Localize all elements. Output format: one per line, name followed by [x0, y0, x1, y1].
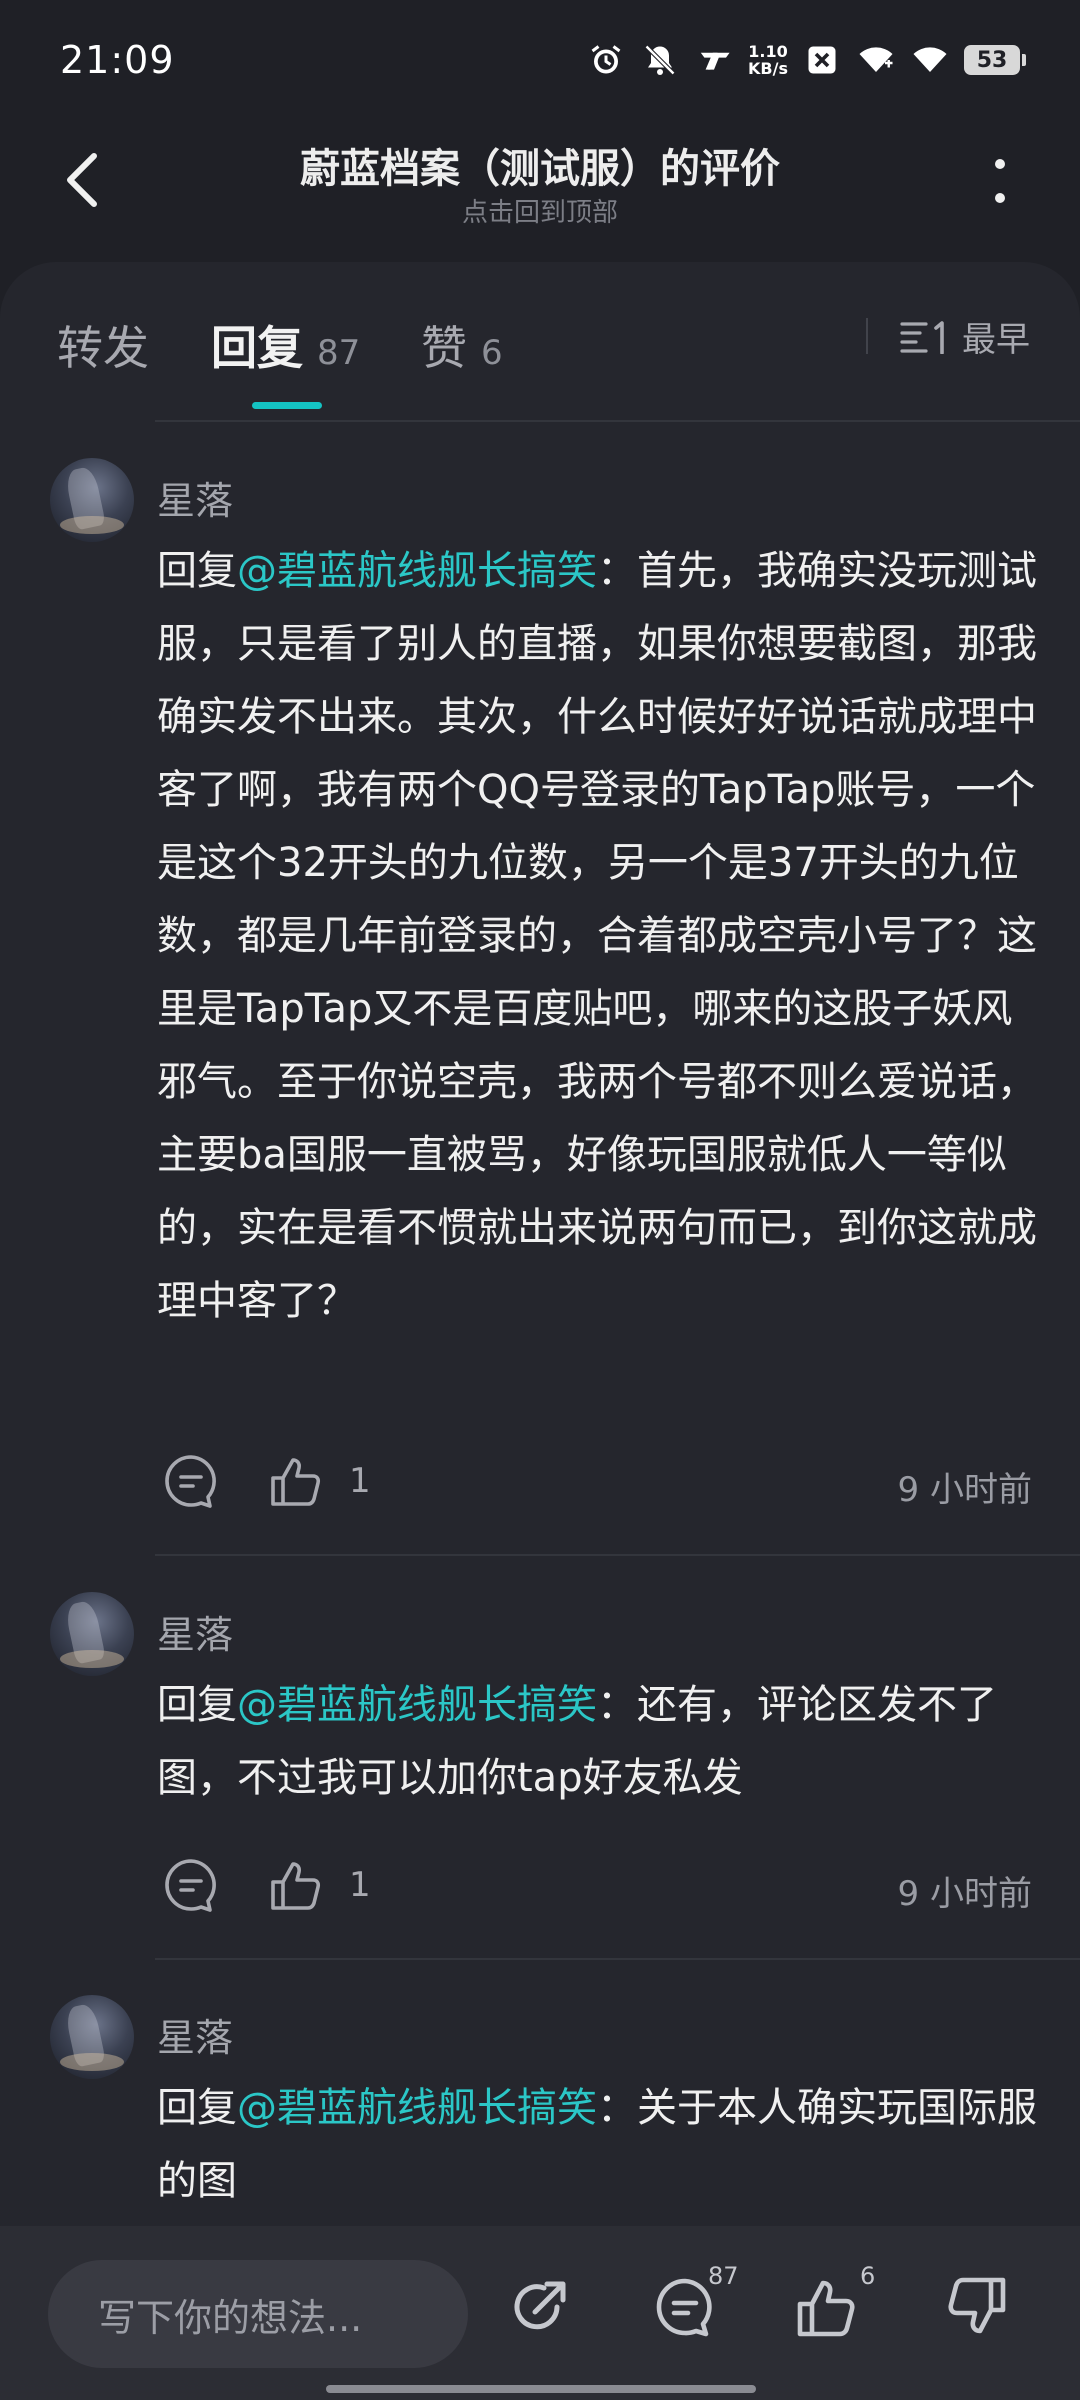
reply-prefix: 回复: [157, 548, 237, 594]
mention-link[interactable]: @碧蓝航线舰长搞笑: [237, 548, 597, 594]
tab-likes[interactable]: 赞 6: [421, 312, 503, 378]
thumbs-up-icon: [797, 2280, 855, 2337]
comment-time: 9 小时前: [897, 1874, 1032, 1914]
status-bar: 21:09 1.10 KB/s 53: [0, 0, 1080, 120]
thumbs-up-icon: [271, 1458, 321, 1506]
comment-content: ：首先，我确实没玩测试服，只是看了别人的直播，如果你想要截图，那我确实发不出来。…: [157, 548, 1037, 1324]
sort-button[interactable]: 最早: [900, 312, 1030, 361]
reply-button[interactable]: [162, 1856, 220, 1914]
tab-label: 转发: [57, 321, 149, 375]
net-speed: 1.10 KB/s: [748, 43, 788, 77]
tab-count: 6: [481, 333, 503, 373]
comment-actions: 1 9 小时前: [157, 1452, 1037, 1516]
like-button[interactable]: 1: [269, 1452, 371, 1510]
avatar[interactable]: [50, 458, 134, 542]
header: 蔚蓝档案（测试服）的评价 点击回到顶部: [0, 120, 1080, 260]
net-speed-value: 1.10: [748, 42, 788, 61]
comment-text[interactable]: 回复@碧蓝航线舰长搞笑：首先，我确实没玩测试服，只是看了别人的直播，如果你想要截…: [157, 535, 1037, 1338]
comment-input[interactable]: 写下你的想法...: [48, 2260, 468, 2368]
sort-icon: [900, 320, 944, 354]
wifi-icon: [856, 40, 896, 80]
comment-icon: [165, 1859, 216, 1912]
tab-bar: 转发 回复 87 赞 6 最早: [0, 262, 1080, 422]
thumbs-up-icon: [271, 1862, 321, 1910]
home-indicator[interactable]: [326, 2385, 756, 2393]
mention-link[interactable]: @碧蓝航线舰长搞笑: [237, 1682, 597, 1728]
reply-button[interactable]: [162, 1452, 220, 1510]
reply-prefix: 回复: [157, 2085, 237, 2131]
alarm-icon: [586, 40, 626, 80]
wifi-icon: [910, 40, 950, 80]
thumbs-down-icon: [948, 2277, 1006, 2334]
share-icon: [514, 2281, 566, 2330]
like-button[interactable]: [793, 2272, 863, 2342]
share-button[interactable]: [505, 2272, 575, 2342]
tab-count: 87: [317, 333, 361, 373]
page-title[interactable]: 蔚蓝档案（测试服）的评价: [0, 136, 1080, 194]
dislike-button[interactable]: [940, 2272, 1010, 2342]
comment-actions: 1 9 小时前: [157, 1856, 1037, 1920]
tab-repost[interactable]: 转发: [57, 312, 149, 378]
divider: [155, 420, 1080, 422]
comment-text[interactable]: 回复@碧蓝航线舰长搞笑：还有，评论区发不了图，不过我可以加你tap好友私发: [157, 1669, 1037, 1815]
comment-username[interactable]: 星落: [157, 1604, 233, 1659]
signal-brand-icon: [694, 40, 734, 80]
avatar[interactable]: [50, 1995, 134, 2079]
comment-username[interactable]: 星落: [157, 2007, 233, 2062]
like-count: 1: [349, 1461, 371, 1501]
bottom-action-bar: 写下你的想法... 87 6: [0, 2226, 1080, 2400]
mention-link[interactable]: @碧蓝航线舰长搞笑: [237, 2085, 597, 2131]
reply-count-badge: 87: [708, 2262, 739, 2290]
reply-prefix: 回复: [157, 1682, 237, 1728]
close-box-icon: [802, 40, 842, 80]
status-icons: 1.10 KB/s 53: [586, 40, 1026, 80]
more-vertical-icon: [995, 159, 1005, 203]
more-button[interactable]: [970, 150, 1030, 214]
tab-label: 赞: [421, 321, 467, 375]
net-speed-unit: KB/s: [748, 59, 788, 78]
tab-label: 回复: [211, 321, 303, 375]
mute-icon: [640, 40, 680, 80]
avatar[interactable]: [50, 1592, 134, 1676]
like-count-badge: 6: [860, 2262, 876, 2290]
comment-username[interactable]: 星落: [157, 470, 233, 525]
divider: [155, 1958, 1080, 1960]
sort-label: 最早: [962, 320, 1030, 360]
like-button[interactable]: 1: [269, 1856, 371, 1914]
comment-icon: [165, 1455, 216, 1508]
status-time: 21:09: [60, 38, 175, 82]
divider: [866, 318, 868, 354]
scroll-to-top-hint[interactable]: 点击回到顶部: [0, 192, 1080, 229]
comment-text[interactable]: 回复@碧蓝航线舰长搞笑：关于本人确实玩国际服的图: [157, 2072, 1037, 2218]
tab-replies[interactable]: 回复 87: [211, 312, 360, 378]
divider: [155, 1554, 1080, 1556]
active-tab-indicator: [252, 402, 322, 409]
like-count: 1: [349, 1865, 371, 1905]
battery-icon: 53: [964, 45, 1026, 75]
comment-time: 9 小时前: [897, 1470, 1032, 1510]
